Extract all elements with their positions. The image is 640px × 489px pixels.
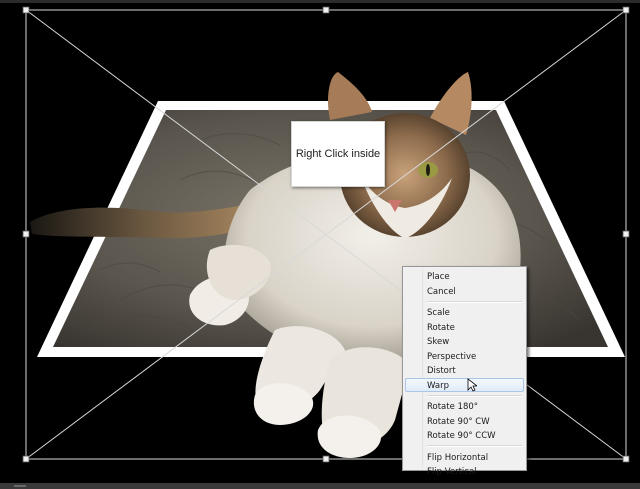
menu-separator [427,300,522,303]
menu-item-perspective[interactable]: Perspective [405,349,524,364]
instruction-callout: Right Click inside [291,121,385,187]
menu-item-warp[interactable]: Warp [405,377,524,392]
menu-item-cancel[interactable]: Cancel [405,284,524,299]
menu-item-scale[interactable]: Scale [405,305,524,320]
callout-text: Right Click inside [295,148,381,160]
menu-item-rotate-180[interactable]: Rotate 180° [405,399,524,414]
menu-item-distort[interactable]: Distort [405,363,524,378]
bottom-status-strip [0,483,640,489]
mouse-pointer-icon [467,378,477,392]
photo-artwork [22,6,630,463]
menu-item-place[interactable]: Place [405,269,524,284]
menu-separator [427,394,522,397]
menu-separator [427,445,522,447]
menu-item-rotate[interactable]: Rotate [405,320,524,335]
menu-item-flip-vertical[interactable]: Flip Vertical [405,464,524,479]
cat-ear-left [327,72,372,120]
document-canvas[interactable]: Right Click inside Place Cancel Scale Rotat… [0,0,640,489]
transform-context-menu: Place Cancel Scale Rotate Skew Perspective Dis… [402,266,527,477]
menu-item-flip-horizontal[interactable]: Flip Horizontal [405,450,524,465]
menu-item-rotate-90-cw[interactable]: Rotate 90° CW [405,414,524,429]
status-tick [14,485,26,487]
menu-item-rotate-90-ccw[interactable]: Rotate 90° CCW [405,428,524,443]
menu-item-skew[interactable]: Skew [405,334,524,349]
